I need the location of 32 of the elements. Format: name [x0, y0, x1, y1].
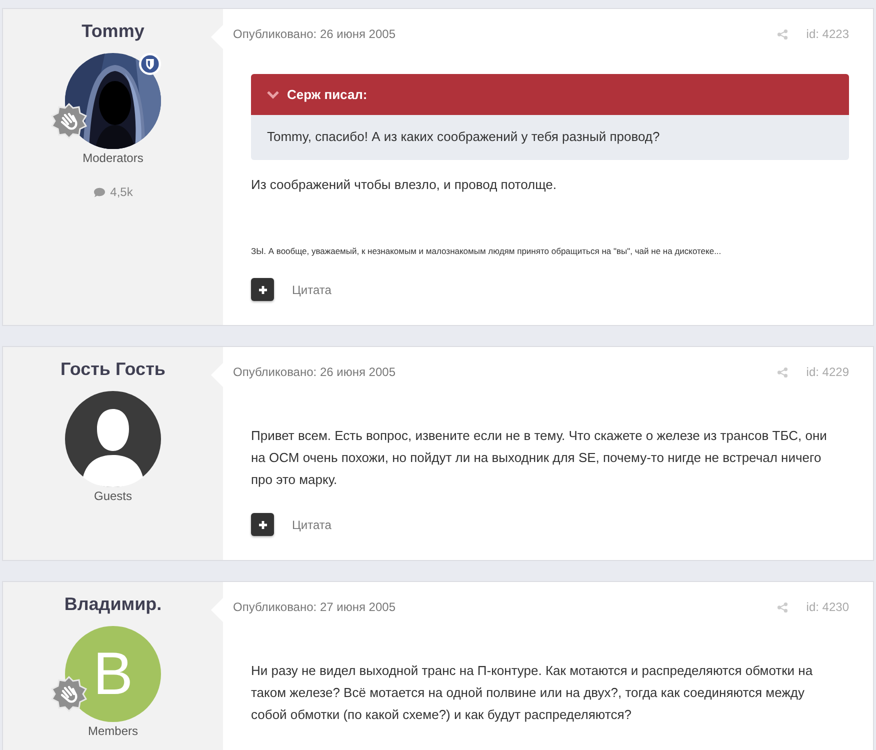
author-name[interactable]: Владимир. — [64, 594, 162, 615]
letter-avatar: В — [65, 626, 161, 722]
post-text: Из соображений чтобы влезло, и провод потолще. — [251, 176, 558, 194]
post-id-link[interactable]: id: 4230 — [806, 600, 849, 614]
post-date: Опубликовано: 26 июня 2005 — [233, 27, 396, 41]
share-icon[interactable] — [777, 602, 788, 612]
post-count: 4,5k — [110, 185, 133, 199]
quote-text: Tommy, спасибо! А из каких соображений у тебя разный провод? — [251, 115, 849, 160]
author-name[interactable]: Гость Гость — [60, 359, 166, 380]
member-group: Guests — [94, 489, 132, 503]
multiquote-button[interactable] — [251, 513, 274, 536]
member-group: Members — [88, 724, 138, 738]
quote-author: Серж писал: — [287, 87, 368, 102]
plus-icon — [258, 520, 268, 530]
post-text: Ни разу не видел выходной транс на П-контуре. Как мотаются и распределяются обмотки на таком железе? Всё мотается на одной полвине или на двух?, тогда как соединяются между собой обмотки (по какой схеме?) и как будут распределяются? — [251, 662, 814, 724]
share-icon[interactable] — [777, 28, 788, 40]
plus-icon — [258, 284, 268, 294]
post-date: Опубликовано: 27 июня 2005 — [233, 600, 396, 614]
post-id-link[interactable]: id: 4223 — [806, 27, 849, 41]
author-name[interactable]: Tommy — [82, 21, 144, 42]
multiquote-button[interactable] — [251, 278, 274, 301]
quote-link[interactable]: Цитата — [292, 282, 332, 296]
comment-icon — [93, 186, 106, 198]
post-text: Привет всем. Есть вопрос, извените если не в тему. Что скажете о железе из трансов ТБС, они на ОСМ очень похожи, но пойдут ли на выходник для SE, почему-то нигде не встречал ничего про это марку. — [251, 427, 828, 489]
member-group: Moderators — [82, 151, 144, 165]
quote-link[interactable]: Цитата — [292, 518, 332, 532]
post-date: Опубликовано: 26 июня 2005 — [233, 365, 396, 379]
quote-header[interactable]: Серж писал: — [251, 74, 849, 115]
share-icon[interactable] — [777, 366, 788, 378]
post-id-link[interactable]: id: 4229 — [806, 365, 849, 379]
chevron-down-icon — [267, 90, 279, 98]
post-text: ЗЫ. А вообще, уважаемый, к незнакомым и малознакомым людям принято обращиться на "вы", чай не на дискотеке... — [251, 246, 722, 256]
